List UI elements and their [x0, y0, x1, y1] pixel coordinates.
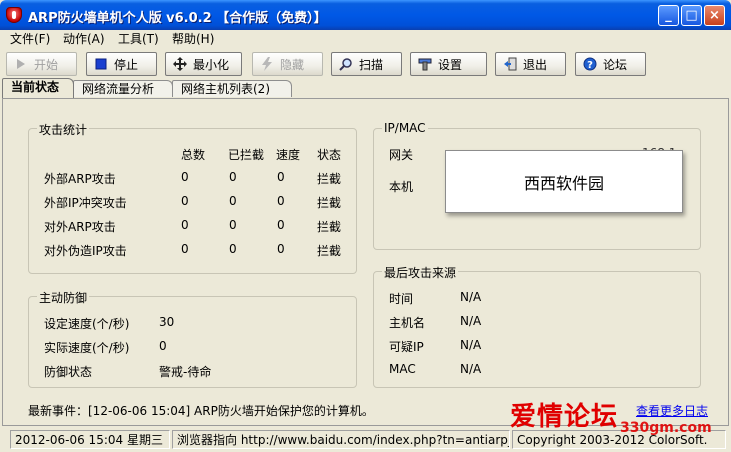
attack-value: N/A: [460, 290, 482, 304]
minimize-button[interactable]: 最小化: [165, 52, 242, 76]
status-browser-home: 浏览器指向 http://www.baidu.com/index.php?tn=…: [172, 430, 510, 449]
stat-blocked: 0: [229, 218, 237, 232]
overlay-text: 西西软件园: [523, 173, 604, 193]
stat-blocked: 0: [229, 242, 237, 256]
svg-text:?: ?: [587, 60, 593, 71]
active-defense-title: 主动防御: [37, 289, 90, 306]
local-label: 本机: [389, 180, 414, 194]
magnifier-icon: [338, 56, 354, 72]
exit-button[interactable]: 退出: [495, 52, 566, 76]
defense-value: 30: [159, 315, 175, 329]
header-status: 状态: [317, 148, 342, 162]
attack-value: N/A: [460, 314, 482, 328]
stat-total: 0: [181, 218, 189, 232]
tab-host-list[interactable]: 网络主机列表(2): [172, 80, 292, 97]
header-total: 总数: [181, 148, 206, 162]
help-circle-icon: ?: [582, 56, 598, 72]
attack-stats-title: 攻击统计: [37, 121, 90, 138]
hide-button[interactable]: 隐藏: [252, 52, 323, 76]
wrench-icon: [417, 56, 433, 72]
maximize-window-button[interactable]: □: [681, 5, 702, 26]
stat-speed: 0: [277, 242, 285, 256]
window-title: ARP防火墙单机个人版 v6.0.2 【合作版（免费）】: [28, 11, 327, 26]
header-speed: 速度: [276, 148, 301, 162]
defense-label: 设定速度(个/秒): [44, 317, 130, 331]
defense-value: 警戒-待命: [159, 365, 212, 379]
tab-traffic-analysis[interactable]: 网络流量分析: [73, 80, 173, 97]
stat-status: 拦截: [317, 220, 342, 234]
close-window-button[interactable]: ×: [704, 5, 725, 26]
stat-speed: 0: [277, 194, 285, 208]
defense-value: 0: [159, 339, 167, 353]
status-datetime: 2012-06-06 15:04 星期三: [10, 430, 170, 449]
attack-label: 时间: [389, 292, 414, 306]
start-button[interactable]: 开始: [6, 52, 77, 76]
last-attack-group: 最后攻击来源 时间 N/A 主机名 N/A 可疑IP N/A MAC N/A: [373, 264, 701, 388]
defense-label: 防御状态: [44, 365, 93, 379]
menu-help[interactable]: 帮助(H): [172, 31, 214, 47]
attack-value: N/A: [460, 338, 482, 352]
stop-icon: [93, 56, 109, 72]
stat-label: 对外ARP攻击: [44, 220, 116, 234]
title-bar[interactable]: ARP防火墙单机个人版 v6.0.2 【合作版（免费）】 _ □ ×: [0, 0, 731, 30]
stat-label: 外部ARP攻击: [44, 172, 116, 186]
stat-status: 拦截: [317, 244, 342, 258]
play-icon: [13, 56, 29, 72]
attack-label: 主机名: [389, 316, 426, 330]
stat-blocked: 0: [229, 194, 237, 208]
view-more-logs-link[interactable]: 查看更多日志: [636, 402, 708, 419]
stat-label: 外部IP冲突攻击: [44, 196, 127, 210]
tab-strip: 当前状态 网络流量分析 网络主机列表(2): [0, 78, 731, 98]
menu-bar: 文件(F) 动作(A) 工具(T) 帮助(H): [0, 30, 731, 48]
overlay-popup: 西西软件园: [445, 150, 683, 213]
move-arrows-icon: [172, 56, 188, 72]
forum-button[interactable]: ? 论坛: [575, 52, 646, 76]
attack-label: MAC: [389, 362, 416, 376]
stat-blocked: 0: [229, 170, 237, 184]
last-attack-title: 最后攻击来源: [382, 264, 459, 281]
latest-event-text: 最新事件：[12-06-06 15:04] ARP防火墙开始保护您的计算机。: [28, 404, 374, 418]
menu-action[interactable]: 动作(A): [63, 31, 105, 47]
stat-label: 对外伪造IP攻击: [44, 244, 127, 258]
tab-current-status[interactable]: 当前状态: [2, 78, 74, 98]
stat-status: 拦截: [317, 172, 342, 186]
lightning-icon: [259, 56, 275, 72]
stat-speed: 0: [277, 218, 285, 232]
menu-tools[interactable]: 工具(T): [118, 31, 159, 47]
app-window: ARP防火墙单机个人版 v6.0.2 【合作版（免费）】 _ □ × 文件(F)…: [0, 0, 731, 452]
scan-button[interactable]: 扫描: [331, 52, 402, 76]
settings-button[interactable]: 设置: [410, 52, 487, 76]
menu-file[interactable]: 文件(F): [10, 31, 50, 47]
header-blocked: 已拦截: [228, 148, 265, 162]
stat-total: 0: [181, 170, 189, 184]
minimize-window-button[interactable]: _: [658, 5, 679, 26]
ipmac-title: IP/MAC: [382, 121, 428, 135]
defense-label: 实际速度(个/秒): [44, 341, 130, 355]
toolbar: 开始 停止 最小化 隐藏 扫描 设置 退出 ? 论坛: [0, 49, 731, 79]
attack-value: N/A: [460, 362, 482, 376]
gateway-label: 网关: [389, 148, 414, 162]
stop-button[interactable]: 停止: [86, 52, 157, 76]
shield-icon: [6, 7, 22, 23]
stat-status: 拦截: [317, 196, 342, 210]
attack-label: 可疑IP: [389, 340, 424, 354]
attack-stats-group: 攻击统计 总数 已拦截 速度 状态 外部ARP攻击 0 0 0 拦截 外部IP冲…: [28, 121, 357, 274]
stat-total: 0: [181, 242, 189, 256]
exit-door-icon: [502, 56, 518, 72]
stat-speed: 0: [277, 170, 285, 184]
active-defense-group: 主动防御 设定速度(个/秒) 30 实际速度(个/秒) 0 防御状态 警戒-待命: [28, 289, 357, 388]
watermark-url: 330gm.com: [620, 420, 712, 436]
watermark: 爱情论坛: [510, 402, 619, 432]
stat-total: 0: [181, 194, 189, 208]
